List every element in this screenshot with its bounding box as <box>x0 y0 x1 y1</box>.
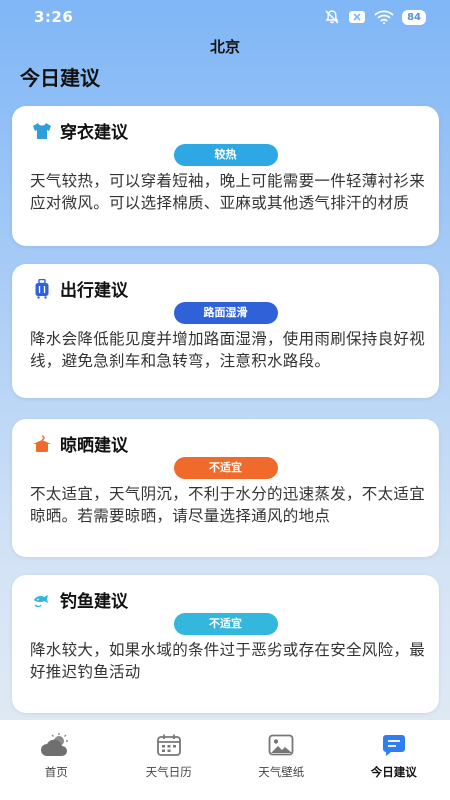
nav-item-today-advice[interactable]: 今日建议 <box>344 730 444 800</box>
chat-icon <box>382 730 406 760</box>
shirt-icon <box>32 121 52 141</box>
wifi-icon <box>374 10 394 24</box>
image-icon <box>268 730 294 760</box>
luggage-icon <box>32 278 52 299</box>
status-time: 3:26 <box>34 8 74 26</box>
status-badge: 不适宜 <box>173 457 278 479</box>
card-title: 钓鱼建议 <box>60 592 128 612</box>
nav-label: 天气壁纸 <box>258 765 305 779</box>
status-badge: 路面湿滑 <box>173 302 278 324</box>
calendar-icon <box>156 730 182 760</box>
sim-off-icon <box>348 10 366 24</box>
nav-label: 首页 <box>44 765 68 779</box>
city-name: 北京 <box>209 38 240 56</box>
drying-advice-card: 晾晒建议 不适宜 不太适宜，天气阴沉，不利于水分的迅速蒸发，不太适宜晾晒。若需要… <box>12 419 439 557</box>
nav-label: 天气日历 <box>145 765 192 779</box>
card-description: 不太适宜，天气阴沉，不利于水分的迅速蒸发，不太适宜晾晒。若需要晾晒，请尽量选择通… <box>30 485 426 525</box>
nav-item-weather-wallpaper[interactable]: 天气壁纸 <box>231 730 331 800</box>
status-icons: 84 <box>324 9 426 25</box>
card-description: 天气较热，可以穿着短袖，晚上可能需要一件轻薄衬衫来应对微风。可以选择棉质、亚麻或… <box>30 172 426 212</box>
clothes-hanger-icon <box>32 434 52 454</box>
card-description: 降水会降低能见度并增加路面湿滑，使用雨刷保持良好视线，避免急刹车和急转弯，注意积… <box>30 330 426 370</box>
card-description: 降水较大，如果水域的条件过于恶劣或存在安全风险，最好推迟钓鱼活动 <box>30 641 426 681</box>
card-title: 出行建议 <box>60 281 128 301</box>
fishing-advice-card: 钓鱼建议 不适宜 降水较大，如果水域的条件过于恶劣或存在安全风险，最好推迟钓鱼活… <box>12 575 439 713</box>
card-title: 穿衣建议 <box>60 123 128 143</box>
battery-indicator: 84 <box>402 9 426 25</box>
weather-cloud-icon <box>39 730 73 760</box>
nav-label: 今日建议 <box>370 765 417 779</box>
mute-icon <box>324 9 340 25</box>
page-title: 今日建议 <box>20 66 100 90</box>
nav-item-home[interactable]: 首页 <box>6 730 106 800</box>
status-badge: 较热 <box>173 144 278 166</box>
bottom-nav: 首页 天气日历 天气壁纸 今日建议 <box>0 720 450 800</box>
status-badge: 不适宜 <box>173 613 278 635</box>
fishing-icon <box>32 590 52 610</box>
status-bar: 3:26 84 <box>0 0 450 34</box>
nav-item-weather-calendar[interactable]: 天气日历 <box>119 730 219 800</box>
travel-advice-card: 出行建议 路面湿滑 降水会降低能见度并增加路面湿滑，使用雨刷保持良好视线，避免急… <box>12 264 439 398</box>
card-title: 晾晒建议 <box>60 436 128 456</box>
clothing-advice-card: 穿衣建议 较热 天气较热，可以穿着短袖，晚上可能需要一件轻薄衬衫来应对微风。可以… <box>12 106 439 246</box>
